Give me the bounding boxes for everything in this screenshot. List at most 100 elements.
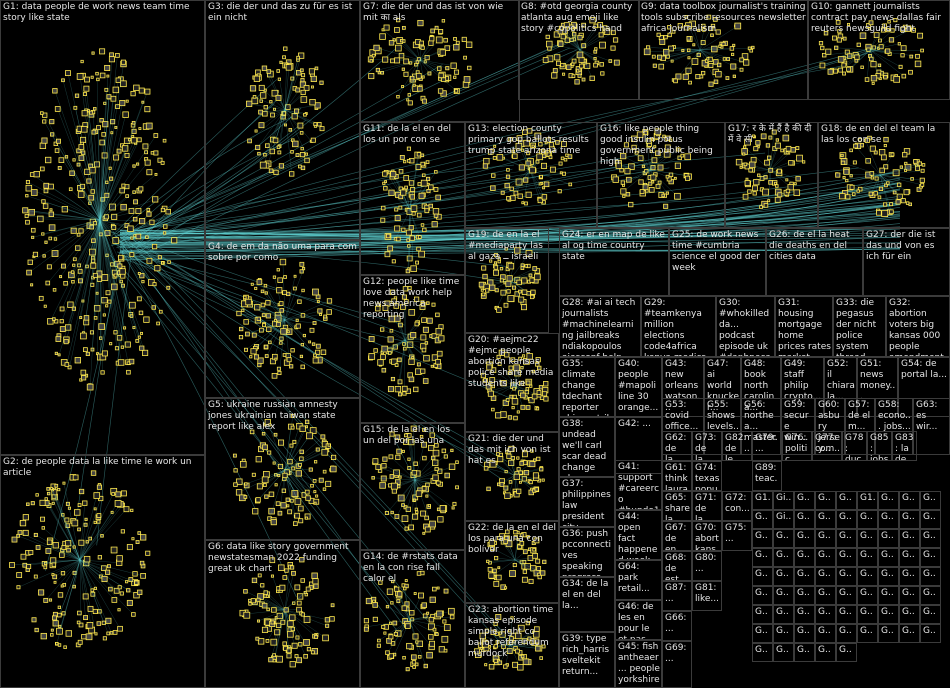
group-label: G5: ukraine russian amnesty jones ukrain… — [208, 400, 338, 432]
group-box-g70: G70: abort kans... — [692, 521, 722, 551]
group-box-mini-30: G.. — [815, 548, 836, 567]
group-box-g32: G32: abortion voters big kansas 000 peop… — [886, 296, 950, 357]
group-box-mini-44: G.. — [920, 567, 941, 586]
group-label: G.. — [860, 550, 873, 560]
group-label: G67: de en... — [665, 523, 687, 551]
group-box-mini-43: G.. — [899, 567, 920, 586]
group-label: G.. — [881, 493, 894, 503]
group-label: G23: abortion time kansas episode simple… — [468, 605, 554, 659]
group-label: G32: abortion voters big kansas 000 peop… — [889, 298, 944, 356]
group-label: G.. — [902, 550, 915, 560]
group-box-mini-76: G.. — [836, 643, 857, 662]
group-label: G.. — [839, 493, 852, 503]
group-box-mini-15: G.. — [878, 510, 899, 529]
group-label: G.. — [755, 569, 768, 579]
group-box-mini-28: G.. — [773, 548, 794, 567]
group-box-mini-38: G.. — [794, 567, 815, 586]
group-label: G.. — [818, 569, 831, 579]
group-label: G.. — [797, 626, 810, 636]
group-label: G30: #whokilledda... podcast episode uk … — [719, 298, 771, 356]
group-box-mini-51: G.. — [878, 586, 899, 605]
group-box-g22: G22: de la en el del los para una con bo… — [465, 521, 559, 603]
group-label: G.. — [902, 588, 915, 598]
group-box-g33: G33: die pegasus der nicht police system… — [833, 296, 886, 357]
group-box-mini-5: G1.. — [857, 491, 878, 510]
group-box-g23: G23: abortion time kansas episode simple… — [465, 603, 559, 688]
group-label: G.. — [860, 607, 873, 617]
group-box-g83: G83: la de... — [892, 431, 917, 461]
group-box-mini-25: G.. — [899, 529, 920, 548]
group-label: G.. — [923, 607, 936, 617]
group-label: G.. — [797, 531, 810, 541]
group-box-mini-13: G.. — [836, 510, 857, 529]
group-label: G69: ... — [665, 643, 687, 664]
group-box-mini-35: G.. — [920, 548, 941, 567]
group-box-g3: G3: die der und das zu für es ist ein ni… — [205, 0, 360, 240]
group-box-mini-68: G.. — [857, 624, 878, 643]
group-box-g79: G79: ... — [752, 431, 782, 461]
group-label: G9: data toolbox journalist's training t… — [641, 2, 806, 34]
group-box-g9: G9: data toolbox journalist's training t… — [638, 0, 808, 100]
group-label: G.. — [818, 512, 831, 522]
group-box-mini-64: G.. — [773, 624, 794, 643]
group-label: G3: die der und das zu für es ist ein ni… — [208, 2, 353, 23]
group-box-g6: G6: data like story government newstates… — [205, 540, 360, 688]
group-box-g74: G74: texas popul... — [692, 461, 722, 491]
group-label: G.. — [818, 531, 831, 541]
group-label: G61: think laura... — [665, 463, 688, 491]
group-box-mini-22: G.. — [836, 529, 857, 548]
group-box-mini-12: G.. — [815, 510, 836, 529]
group-label: G.. — [923, 550, 936, 560]
group-box-g8: G8: #otd georgia county atlanta aug emoj… — [518, 0, 640, 100]
group-box-mini-58: G.. — [836, 605, 857, 624]
group-box-g82: G82: de le... — [722, 431, 752, 461]
group-box-g69: G69: ... — [662, 641, 692, 688]
group-label: G41: support #careerco #hundo10 chris... — [618, 462, 660, 509]
group-box-g41: G41: support #careerco #hundo10 chris... — [615, 460, 662, 510]
group-box-mini-59: G.. — [857, 605, 878, 624]
group-label: G.. — [776, 569, 789, 579]
group-box-g16: G16: like people thing good insulin potu… — [597, 122, 725, 228]
group-box-g36: G36: push pcconnectives speaking progres… — [559, 527, 615, 577]
group-box-mini-52: G.. — [899, 586, 920, 605]
group-box-mini-7: G.. — [899, 491, 920, 510]
group-label: G.. — [797, 550, 810, 560]
group-box-g31: G31: housing mortgage home prices rates … — [775, 296, 833, 357]
group-box-mini-63: G.. — [752, 624, 773, 643]
group-box-g66: G66: ... — [662, 611, 692, 641]
group-label: G.. — [755, 645, 768, 655]
group-label: G87: ... — [665, 583, 687, 604]
group-box-mini-19: G.. — [773, 529, 794, 548]
group-label: G.. — [776, 626, 789, 636]
group-box-mini-20: G.. — [794, 529, 815, 548]
group-label: G26: de el la heat die deaths en del cit… — [769, 230, 850, 262]
group-label: G52: il chiara la... — [827, 359, 855, 402]
group-label: G.. — [881, 512, 894, 522]
group-label: G33: die pegasus der nicht police system… — [836, 298, 877, 356]
group-box-mini-70: G.. — [899, 624, 920, 643]
group-box-mini-50: G.. — [857, 586, 878, 605]
group-box-g76: G76: politic... — [782, 431, 812, 461]
group-box-mini-33: G.. — [878, 548, 899, 567]
group-box-g78: G78: duck... — [842, 431, 867, 461]
group-box-mini-49: G.. — [836, 586, 857, 605]
group-label: G82: de le... — [725, 433, 747, 461]
group-box-mini-40: G.. — [836, 567, 857, 586]
group-box-mini-72: G.. — [752, 643, 773, 662]
group-box-g20: G20: #aejmc22 #ejmc people abortion kans… — [465, 333, 559, 432]
group-label: G.. — [797, 588, 810, 598]
group-label: G.. — [776, 607, 789, 617]
group-box-mini-6: G.. — [878, 491, 899, 510]
group-label: G.. — [902, 512, 915, 522]
group-label: G28: #ai ai tech journalists #machinelea… — [562, 298, 636, 356]
group-label: G79: ... — [755, 433, 777, 454]
group-label: G6: data like story government newstates… — [208, 542, 349, 574]
group-box-mini-65: G.. — [794, 624, 815, 643]
group-label: Gi.. — [776, 512, 792, 522]
group-box-g45: G45: fish antheaer... people yorkshire..… — [615, 640, 662, 688]
group-label: G.. — [902, 569, 915, 579]
group-label: G51: news money... — [860, 359, 896, 402]
group-label: G46: de les en pour le et pas des un ne — [618, 602, 654, 640]
group-box-mini-60: G.. — [878, 605, 899, 624]
group-box-mini-48: G.. — [815, 586, 836, 605]
